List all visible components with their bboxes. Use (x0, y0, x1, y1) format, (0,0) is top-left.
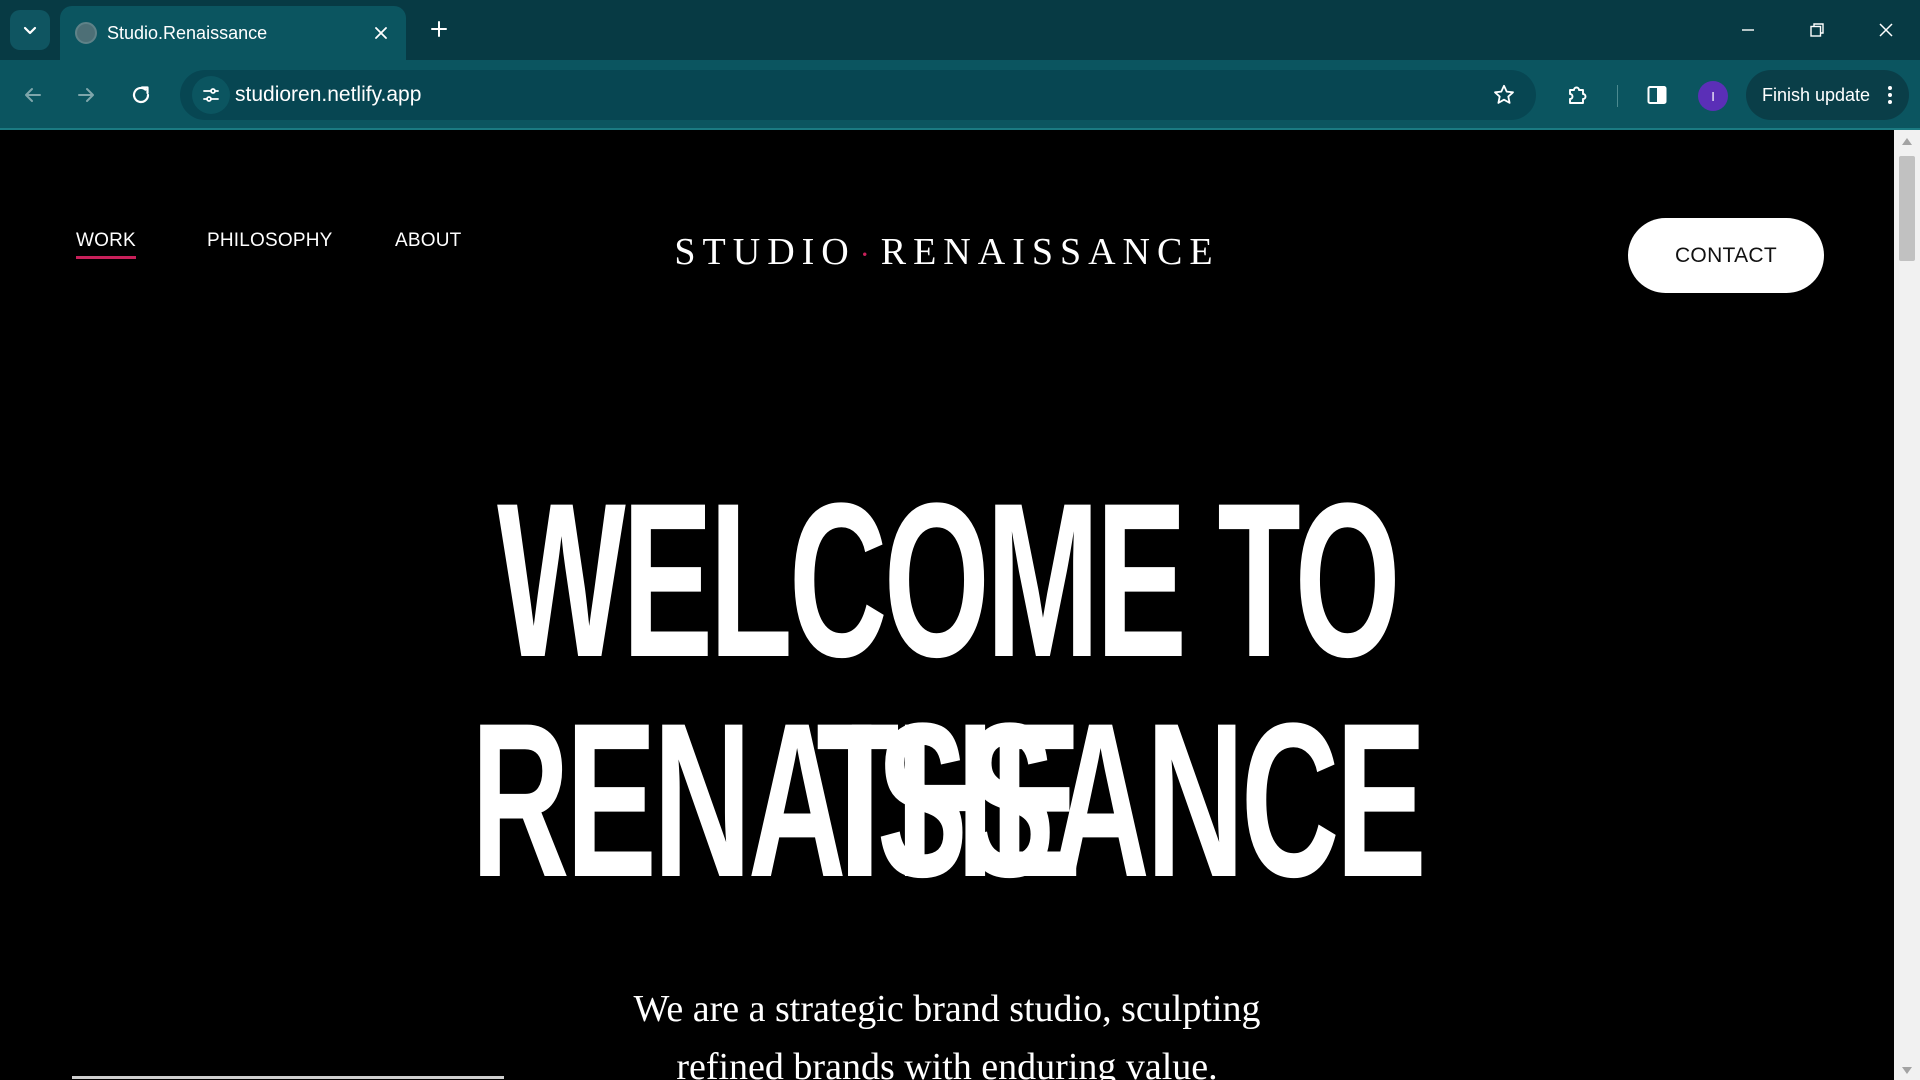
scroll-down-arrow-icon[interactable] (1902, 1067, 1912, 1074)
tab-close-button[interactable] (368, 20, 394, 46)
logo-text-studio: STUDIO (674, 231, 856, 273)
browser-toolbar: studioren.netlify.app I Finish update (0, 60, 1920, 130)
site-info-button[interactable] (192, 76, 230, 114)
bookmark-button[interactable] (1490, 81, 1518, 109)
chevron-down-icon (23, 26, 37, 35)
profile-avatar[interactable]: I (1698, 81, 1728, 111)
tagline: We are a strategic brand studio, sculpti… (0, 980, 1894, 1080)
plus-icon (431, 21, 447, 37)
arrow-left-icon (25, 88, 41, 102)
reload-icon (132, 86, 150, 104)
new-tab-button[interactable] (422, 12, 456, 46)
logo-dot: · (859, 238, 877, 271)
close-icon (1879, 23, 1893, 37)
minimize-icon (1742, 29, 1754, 31)
tab-title: Studio.Renaissance (107, 22, 268, 43)
restore-button[interactable] (1795, 10, 1839, 50)
page-scrollbar[interactable] (1894, 130, 1920, 1080)
extensions-button[interactable] (1557, 75, 1597, 115)
scrollbar-thumb[interactable] (1899, 156, 1915, 261)
logo-text-renaissance: RENAISSANCE (880, 231, 1220, 273)
puzzle-icon (1569, 86, 1587, 104)
site-logo[interactable]: STUDIO · RENAISSANCE (0, 230, 1894, 274)
kebab-menu-icon[interactable] (1883, 83, 1897, 107)
globe-icon (75, 22, 97, 44)
tagline-line-1: We are a strategic brand studio, sculpti… (633, 988, 1261, 1030)
finish-update-label: Finish update (1762, 84, 1871, 105)
tagline-line-2: refined brands with enduring value. (676, 1046, 1218, 1080)
side-panel-button[interactable] (1637, 75, 1677, 115)
close-window-button[interactable] (1864, 10, 1908, 50)
tune-icon (203, 88, 219, 102)
back-button[interactable] (13, 75, 53, 115)
finish-update-button[interactable]: Finish update (1746, 70, 1909, 120)
url-text[interactable]: studioren.netlify.app (235, 83, 421, 107)
close-icon (375, 27, 387, 39)
contact-button[interactable]: CONTACT (1628, 218, 1824, 293)
restore-icon (1810, 23, 1824, 37)
forward-button[interactable] (66, 75, 106, 115)
hero-heading-line-2: RENAISSANCE (471, 677, 1427, 923)
page-viewport: WORK PHILOSOPHY ABOUT STUDIO · RENAISSANCE… (0, 130, 1894, 1080)
progress-line (72, 1076, 504, 1079)
browser-tab-active[interactable]: Studio.Renaissance (60, 6, 406, 60)
star-icon (1494, 84, 1514, 104)
minimize-button[interactable] (1726, 10, 1770, 50)
toolbar-separator (1617, 85, 1618, 107)
address-bar[interactable]: studioren.netlify.app (180, 70, 1536, 120)
reload-button[interactable] (121, 75, 161, 115)
tab-list-button[interactable] (10, 10, 50, 50)
side-panel-icon (1647, 86, 1667, 104)
arrow-right-icon (78, 88, 94, 102)
scroll-up-arrow-icon[interactable] (1902, 138, 1912, 145)
browser-tab-bar: Studio.Renaissance (0, 0, 1920, 60)
